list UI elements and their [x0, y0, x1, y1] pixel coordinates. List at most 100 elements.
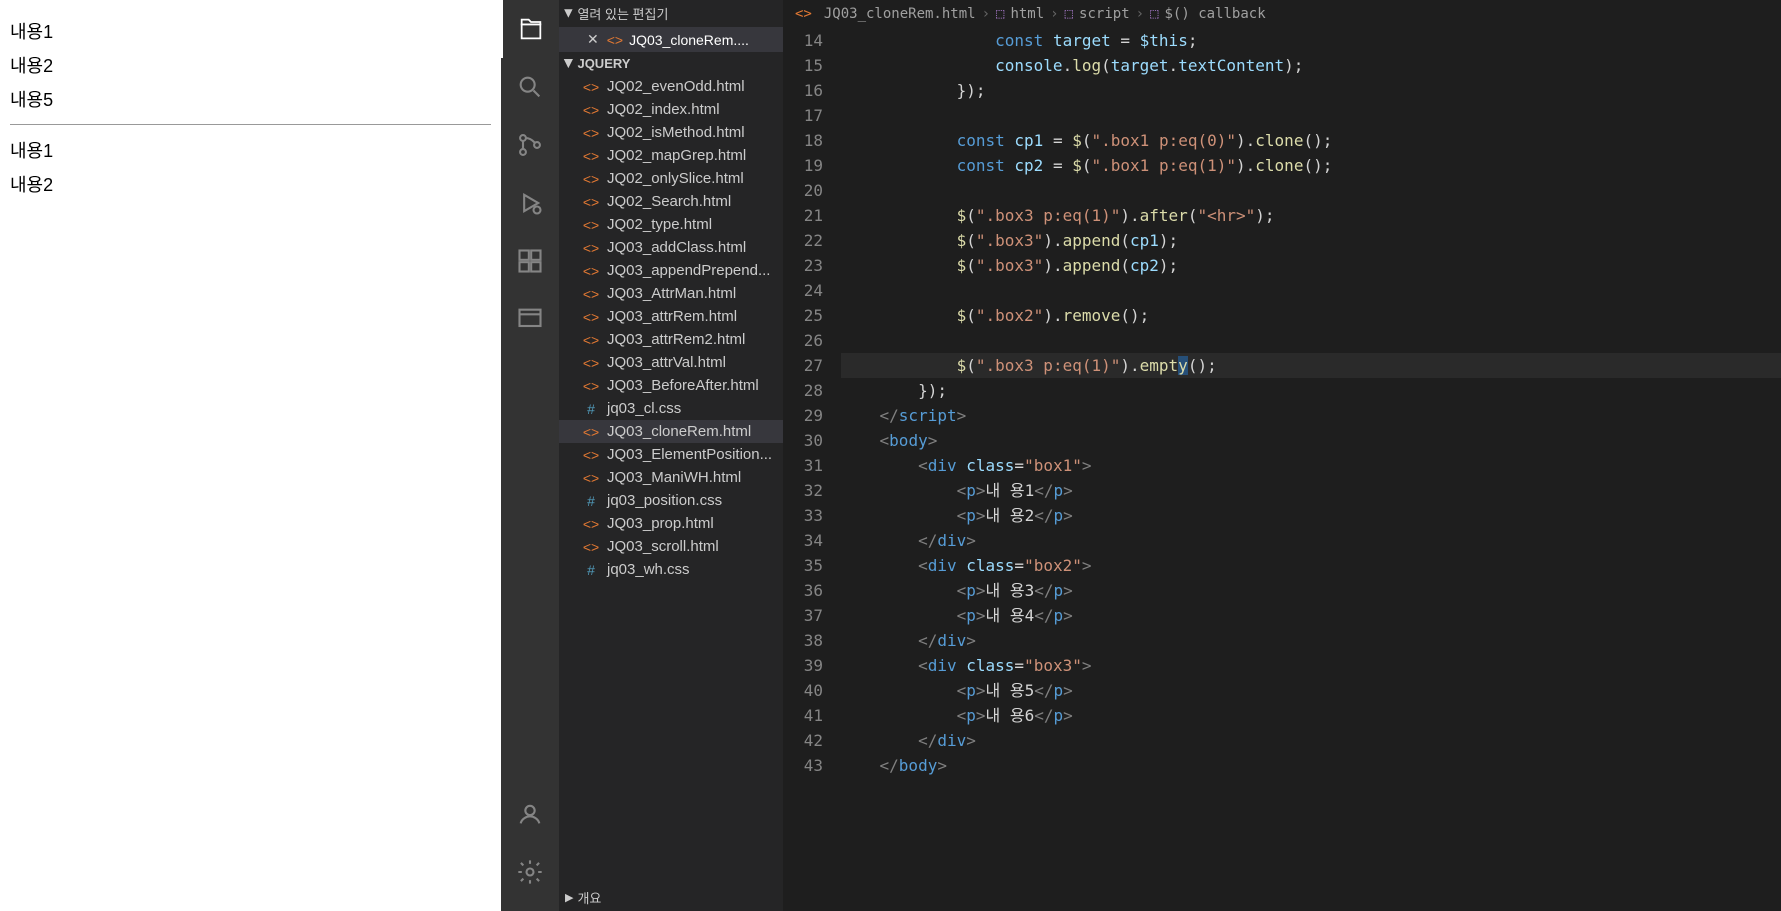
code-line[interactable]: $(".box3").append(cp2);	[841, 253, 1781, 278]
code-line[interactable]: const target = $this;	[841, 28, 1781, 53]
file-name: JQ03_ElementPosition...	[607, 446, 772, 463]
open-editors-header[interactable]: ▶ 열려 있는 편집기	[559, 0, 783, 27]
extensions-icon[interactable]	[501, 232, 559, 290]
code-line[interactable]	[841, 178, 1781, 203]
code-line[interactable]: $(".box3 p:eq(1)").empty();	[841, 353, 1781, 378]
code-line[interactable]: });	[841, 378, 1781, 403]
open-editor-tab[interactable]: ✕ <> JQ03_cloneRem....	[559, 27, 783, 52]
file-item[interactable]: #jq03_wh.css	[559, 558, 783, 581]
account-icon[interactable]	[501, 785, 559, 843]
code-line[interactable]: <div class="box1">	[841, 453, 1781, 478]
file-item[interactable]: <>JQ03_AttrMan.html	[559, 282, 783, 305]
code-editor[interactable]: 1415161718192021222324252627282930313233…	[783, 28, 1781, 911]
html-icon: <>	[581, 447, 601, 463]
outline-header[interactable]: ▶ 개요	[559, 884, 783, 911]
file-item[interactable]: <>JQ03_scroll.html	[559, 535, 783, 558]
code-line[interactable]: const cp2 = $(".box1 p:eq(1)").clone();	[841, 153, 1781, 178]
code-line[interactable]: <p>내 용2</p>	[841, 503, 1781, 528]
file-item[interactable]: <>JQ02_evenOdd.html	[559, 75, 783, 98]
breadcrumb-separator: ›	[982, 6, 990, 22]
breadcrumb-part[interactable]: $() callback	[1165, 6, 1266, 22]
code-line[interactable]: </body>	[841, 753, 1781, 778]
cube-icon: ⬚	[1065, 6, 1073, 22]
code-line[interactable]	[841, 328, 1781, 353]
code-line[interactable]: const cp1 = $(".box1 p:eq(0)").clone();	[841, 128, 1781, 153]
file-item[interactable]: <>JQ03_attrRem.html	[559, 305, 783, 328]
chevron-down-icon: ▶	[563, 59, 576, 67]
breadcrumb-part[interactable]: script	[1079, 6, 1130, 22]
line-number: 29	[783, 403, 823, 428]
file-item[interactable]: <> JQ02_index.html	[559, 98, 783, 121]
debug-icon[interactable]	[501, 174, 559, 232]
breadcrumb-file[interactable]: JQ03_cloneRem.html	[824, 6, 976, 22]
code-line[interactable]: </div>	[841, 628, 1781, 653]
code-line[interactable]: <div class="box2">	[841, 553, 1781, 578]
line-number: 35	[783, 553, 823, 578]
editor-area: <> JQ03_cloneRem.html › ⬚ html › ⬚ scrip…	[783, 0, 1781, 911]
line-number: 26	[783, 328, 823, 353]
breadcrumb-separator: ›	[1136, 6, 1144, 22]
explorer-sidebar: ▶ 열려 있는 편집기 ✕ <> JQ03_cloneRem.... ▶ JQU…	[559, 0, 783, 911]
css-icon: #	[581, 401, 601, 417]
file-name: JQ03_attrRem2.html	[607, 331, 745, 348]
file-name: jq03_cl.css	[607, 400, 681, 417]
breadcrumb[interactable]: <> JQ03_cloneRem.html › ⬚ html › ⬚ scrip…	[783, 0, 1781, 28]
file-list: <>JQ02_evenOdd.html<>JQ02_index.html<>JQ…	[559, 75, 783, 581]
browser-preview-icon[interactable]	[501, 290, 559, 348]
preview-line: 내용1	[10, 18, 491, 44]
explorer-icon[interactable]	[501, 0, 559, 58]
code-line[interactable]	[841, 278, 1781, 303]
line-number: 38	[783, 628, 823, 653]
file-name: JQ02_index.html	[607, 101, 720, 118]
code-line[interactable]: </div>	[841, 728, 1781, 753]
code-line[interactable]: <div class="box3">	[841, 653, 1781, 678]
code-line[interactable]: <body>	[841, 428, 1781, 453]
file-item[interactable]: <>JQ02_onlySlice.html	[559, 167, 783, 190]
code-line[interactable]: $(".box3").append(cp1);	[841, 228, 1781, 253]
line-number: 39	[783, 653, 823, 678]
code-content[interactable]: const target = $this; console.log(target…	[841, 28, 1781, 911]
line-number: 42	[783, 728, 823, 753]
search-icon[interactable]	[501, 58, 559, 116]
file-item[interactable]: <>JQ03_addClass.html	[559, 236, 783, 259]
file-item[interactable]: # jq03_cl.css	[559, 397, 783, 420]
line-number: 24	[783, 278, 823, 303]
file-name: JQ02_Search.html	[607, 193, 731, 210]
file-name: JQ03_attrVal.html	[607, 354, 726, 371]
file-item[interactable]: <>JQ03_cloneRem.html	[559, 420, 783, 443]
file-item[interactable]: <>JQ02_type.html	[559, 213, 783, 236]
code-line[interactable]: <p>내 용6</p>	[841, 703, 1781, 728]
code-line[interactable]: <p>내 용5</p>	[841, 678, 1781, 703]
file-item[interactable]: <>JQ03_appendPrepend...	[559, 259, 783, 282]
close-icon[interactable]: ✕	[587, 31, 599, 48]
settings-icon[interactable]	[501, 843, 559, 901]
file-item[interactable]: <> JQ03_ElementPosition...	[559, 443, 783, 466]
code-line[interactable]: });	[841, 78, 1781, 103]
file-item[interactable]: <>JQ03_ManiWH.html	[559, 466, 783, 489]
file-item[interactable]: <>JQ02_Search.html	[559, 190, 783, 213]
breadcrumb-part[interactable]: html	[1010, 6, 1044, 22]
html-icon: <>	[581, 102, 601, 118]
file-item[interactable]: <>JQ03_attrRem2.html	[559, 328, 783, 351]
file-name: JQ03_AttrMan.html	[607, 285, 736, 302]
code-line[interactable]: console.log(target.textContent);	[841, 53, 1781, 78]
source-control-icon[interactable]	[501, 116, 559, 174]
file-item[interactable]: <>JQ03_attrVal.html	[559, 351, 783, 374]
code-line[interactable]: </script>	[841, 403, 1781, 428]
code-line[interactable]: </div>	[841, 528, 1781, 553]
file-item[interactable]: <>JQ03_BeforeAfter.html	[559, 374, 783, 397]
code-line[interactable]: <p>내 용4</p>	[841, 603, 1781, 628]
code-line[interactable]: $(".box3 p:eq(1)").after("<hr>");	[841, 203, 1781, 228]
line-number: 16	[783, 78, 823, 103]
html-icon: <>	[795, 6, 812, 22]
file-item[interactable]: <>JQ03_prop.html	[559, 512, 783, 535]
code-line[interactable]: $(".box2").remove();	[841, 303, 1781, 328]
code-line[interactable]: <p>내 용1</p>	[841, 478, 1781, 503]
css-icon: #	[581, 493, 601, 509]
folder-header[interactable]: ▶ JQUERY	[559, 52, 783, 75]
file-item[interactable]: <>JQ02_mapGrep.html	[559, 144, 783, 167]
file-item[interactable]: <>JQ02_isMethod.html	[559, 121, 783, 144]
code-line[interactable]	[841, 103, 1781, 128]
code-line[interactable]: <p>내 용3</p>	[841, 578, 1781, 603]
file-item[interactable]: #jq03_position.css	[559, 489, 783, 512]
